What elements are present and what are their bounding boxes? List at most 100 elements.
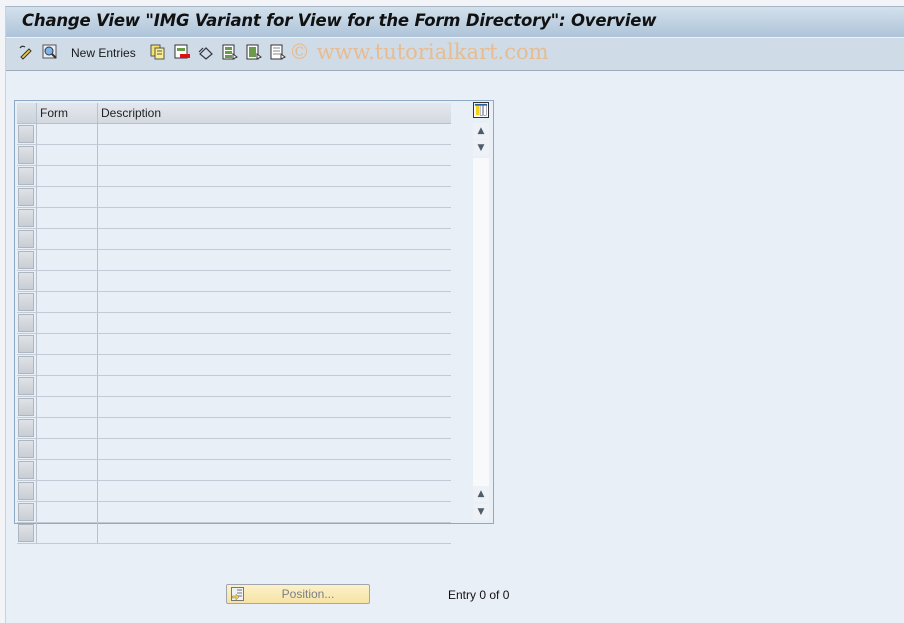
scroll-page-down-button[interactable]: ▼: [473, 504, 489, 520]
row-selector[interactable]: [18, 146, 34, 164]
deselect-all-icon[interactable]: [270, 44, 286, 60]
copy-as-icon[interactable]: [150, 44, 166, 60]
row-selector[interactable]: [18, 482, 34, 500]
form-cell[interactable]: [36, 523, 98, 543]
description-cell[interactable]: [97, 376, 452, 396]
undo-change-icon[interactable]: [198, 44, 214, 60]
row-selector[interactable]: [18, 335, 34, 353]
title-bar: Change View "IMG Variant for View for th…: [6, 7, 904, 38]
column-configuration-icon[interactable]: [473, 102, 489, 118]
form-cell[interactable]: [36, 292, 98, 312]
table-row: [17, 313, 451, 334]
delete-icon[interactable]: [174, 44, 190, 60]
position-button-label: Position...: [281, 587, 335, 601]
table-body: [17, 124, 451, 544]
description-cell[interactable]: [97, 355, 452, 375]
description-cell[interactable]: [97, 250, 452, 270]
table-row: [17, 250, 451, 271]
table-header: Form Description: [17, 103, 451, 124]
form-cell[interactable]: [36, 481, 98, 501]
position-button[interactable]: Position...: [226, 584, 370, 604]
scrollbar-track[interactable]: [473, 158, 489, 488]
row-selector[interactable]: [18, 440, 34, 458]
row-selector[interactable]: [18, 125, 34, 143]
vertical-scrollbar[interactable]: ▲ ▼ ▲ ▼: [473, 123, 490, 521]
description-cell[interactable]: [97, 187, 452, 207]
watermark: © www.tutorialkart.com: [289, 40, 549, 64]
page-title: Change View "IMG Variant for View for th…: [22, 11, 657, 30]
form-cell[interactable]: [36, 439, 98, 459]
row-selector[interactable]: [18, 314, 34, 332]
select-all-icon[interactable]: [222, 44, 238, 60]
form-cell[interactable]: [36, 166, 98, 186]
column-header-form[interactable]: Form: [36, 103, 97, 123]
description-cell[interactable]: [97, 292, 452, 312]
description-cell[interactable]: [97, 418, 452, 438]
form-cell[interactable]: [36, 460, 98, 480]
new-entries-button[interactable]: New Entries: [71, 46, 136, 60]
table-row: [17, 187, 451, 208]
table-row: [17, 418, 451, 439]
row-selector[interactable]: [18, 377, 34, 395]
table-row: [17, 481, 451, 502]
form-cell[interactable]: [36, 271, 98, 291]
entry-count: Entry 0 of 0: [448, 588, 510, 602]
description-cell[interactable]: [97, 229, 452, 249]
table-row: [17, 166, 451, 187]
row-selector[interactable]: [18, 251, 34, 269]
display-change-icon[interactable]: [18, 44, 34, 60]
row-selector[interactable]: [18, 209, 34, 227]
form-cell[interactable]: [36, 124, 98, 144]
description-cell[interactable]: [97, 481, 452, 501]
table-row: [17, 292, 451, 313]
description-cell[interactable]: [97, 166, 452, 186]
description-cell[interactable]: [97, 502, 452, 522]
row-selector[interactable]: [18, 461, 34, 479]
form-cell[interactable]: [36, 250, 98, 270]
row-selector[interactable]: [18, 188, 34, 206]
description-cell[interactable]: [97, 334, 452, 354]
description-cell[interactable]: [97, 208, 452, 228]
description-cell[interactable]: [97, 439, 452, 459]
form-cell[interactable]: [36, 145, 98, 165]
form-cell[interactable]: [36, 229, 98, 249]
row-selector[interactable]: [18, 356, 34, 374]
form-cell[interactable]: [36, 397, 98, 417]
description-cell[interactable]: [97, 460, 452, 480]
table-row: [17, 376, 451, 397]
scroll-page-up-button[interactable]: ▲: [473, 123, 489, 139]
table-row: [17, 397, 451, 418]
row-selector[interactable]: [18, 524, 34, 542]
row-selector[interactable]: [18, 419, 34, 437]
form-cell[interactable]: [36, 313, 98, 333]
form-cell[interactable]: [36, 376, 98, 396]
table-row: [17, 502, 451, 523]
form-cell[interactable]: [36, 208, 98, 228]
form-cell[interactable]: [36, 355, 98, 375]
application-toolbar: New Entries © www.tutorialkart.com: [6, 38, 904, 71]
description-cell[interactable]: [97, 313, 452, 333]
select-block-icon[interactable]: [246, 44, 262, 60]
description-cell[interactable]: [97, 397, 452, 417]
find-icon[interactable]: [42, 44, 58, 60]
form-cell[interactable]: [36, 502, 98, 522]
select-all-rows-button[interactable]: [17, 103, 36, 123]
table-row: [17, 208, 451, 229]
row-selector[interactable]: [18, 230, 34, 248]
form-cell[interactable]: [36, 334, 98, 354]
table-row: [17, 439, 451, 460]
description-cell[interactable]: [97, 271, 452, 291]
row-selector[interactable]: [18, 272, 34, 290]
row-selector[interactable]: [18, 293, 34, 311]
row-selector[interactable]: [18, 398, 34, 416]
form-cell[interactable]: [36, 418, 98, 438]
scroll-down-button[interactable]: ▲: [473, 486, 489, 502]
description-cell[interactable]: [97, 523, 452, 543]
row-selector[interactable]: [18, 167, 34, 185]
column-header-description[interactable]: Description: [97, 103, 451, 123]
scroll-up-button[interactable]: ▼: [473, 140, 489, 156]
form-cell[interactable]: [36, 187, 98, 207]
description-cell[interactable]: [97, 124, 452, 144]
row-selector[interactable]: [18, 503, 34, 521]
description-cell[interactable]: [97, 145, 452, 165]
